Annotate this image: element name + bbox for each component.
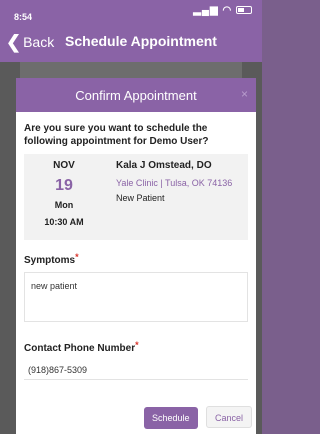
- close-icon[interactable]: ×: [241, 87, 248, 101]
- appointment-date: NOV 19 Mon 10:30 AM: [24, 160, 104, 227]
- phone-label: Contact Phone Number*: [16, 340, 256, 354]
- confirmation-question: Are you sure you want to schedule the fo…: [24, 123, 209, 147]
- signal-icon: ▂▄▆: [193, 5, 219, 16]
- dialog-actions: Schedule Cancel: [140, 406, 252, 429]
- navigation-bar: ❮ Back Schedule Appointment: [0, 22, 262, 62]
- appointment-month: NOV: [53, 160, 75, 171]
- wifi-icon: ◠: [222, 5, 233, 16]
- appointment-details: Kala J Omstead, DO Yale Clinic | Tulsa, …: [116, 160, 256, 203]
- confirm-appointment-dialog: Confirm Appointment × Are you sure you w…: [16, 78, 256, 434]
- phone-field[interactable]: [24, 360, 248, 380]
- clinic-link[interactable]: Yale Clinic | Tulsa, OK 74136: [116, 178, 256, 188]
- battery-icon: [236, 6, 252, 15]
- doctor-name: Kala J Omstead, DO: [116, 160, 212, 171]
- appointment-weekday: Mon: [54, 200, 74, 210]
- symptoms-label: Symptoms*: [16, 252, 256, 266]
- appointment-summary: NOV 19 Mon 10:30 AM Kala J Omstead, DO Y…: [24, 154, 248, 240]
- appointment-day: 19: [55, 177, 73, 194]
- cancel-button[interactable]: Cancel: [205, 406, 252, 428]
- status-bar: 8:54 ▂▄▆ ◠: [0, 0, 262, 22]
- required-marker: *: [75, 252, 79, 262]
- dialog-title: Confirm Appointment: [75, 88, 197, 103]
- phone-label-text: Contact Phone Number: [24, 343, 136, 354]
- page-title: Schedule Appointment: [65, 33, 217, 49]
- schedule-button[interactable]: Schedule: [144, 407, 198, 429]
- required-marker: *: [135, 340, 139, 350]
- symptoms-field[interactable]: new patient: [24, 272, 248, 322]
- status-icons: ▂▄▆ ◠: [193, 5, 252, 16]
- patient-type: New Patient: [116, 193, 165, 203]
- status-time: 8:54: [14, 12, 33, 22]
- appointment-time: 10:30 AM: [44, 217, 84, 227]
- top-bar: 8:54 ▂▄▆ ◠ ❮ Back Schedule Appointment: [0, 0, 262, 62]
- dialog-header: Confirm Appointment ×: [16, 78, 256, 112]
- symptoms-label-text: Symptoms: [24, 255, 76, 266]
